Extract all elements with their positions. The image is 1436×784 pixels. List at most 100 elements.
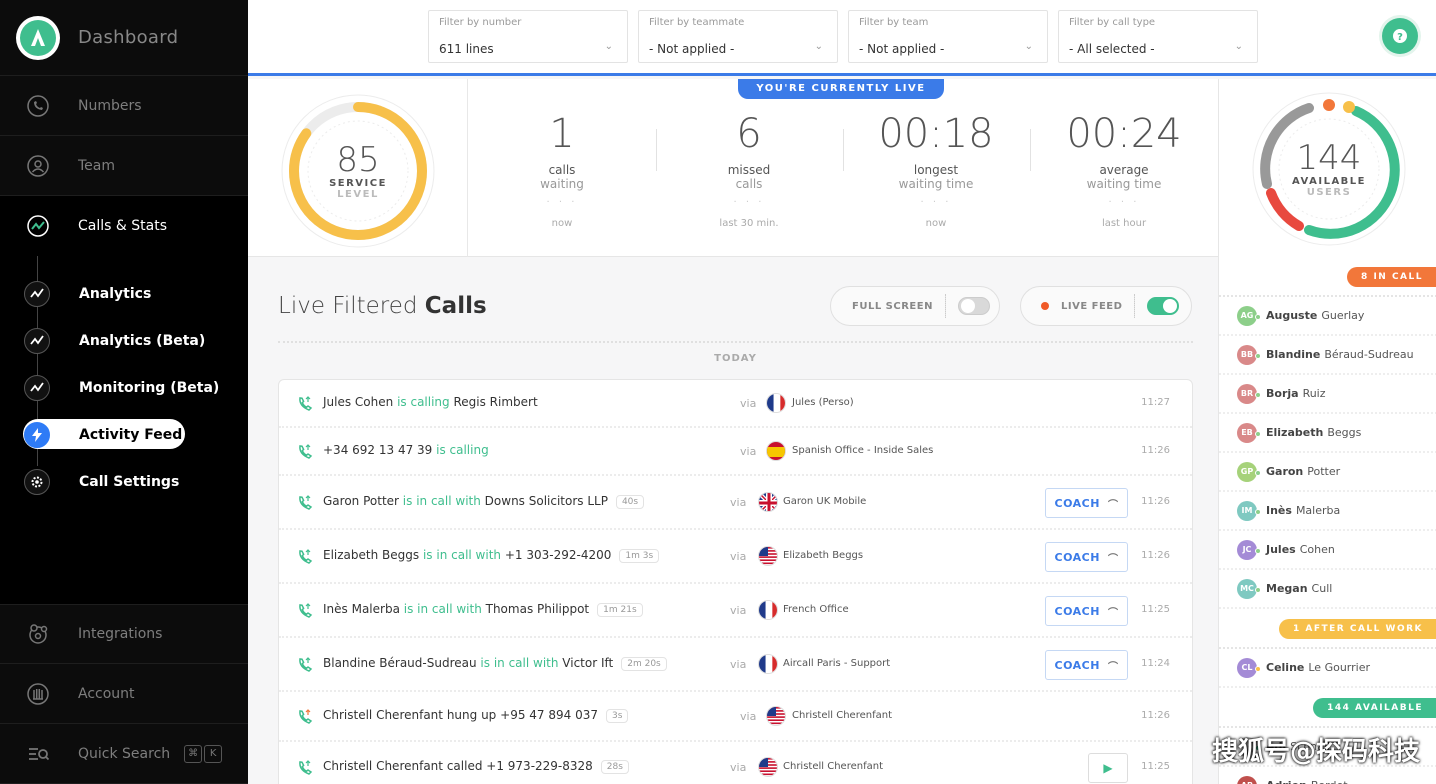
call-duration: 1m 3s [619,549,660,563]
feed-row[interactable]: +34 692 13 47 39 is calling via Spanish O… [279,428,1192,476]
filter-by-team[interactable]: Filter by team - Not applied - ⌄ [848,10,1048,63]
submenu-item-activity-feed[interactable]: Activity Feed [23,411,248,458]
user-last-name: Ruiz [1302,387,1326,400]
call-duration: 1m 21s [597,603,643,617]
user-item[interactable]: EB Elizabeth Beggs [1219,414,1436,453]
coach-button[interactable]: COACH ⌒ [1045,488,1128,518]
user-first-name: Megan [1266,582,1308,595]
stat-average-waiting: 00:24 average waiting time · · · last ho… [1044,109,1204,229]
users-panel: 144 AVAILABLE USERS 8 IN CALL AG Auguste Gu… [1218,79,1436,784]
sidebar-item-numbers[interactable]: Numbers [0,76,248,136]
call-action: hung up [446,708,497,722]
submenu-item-analytics[interactable]: Analytics [24,270,248,317]
keyboard-shortcut: ⌘ K [184,744,223,763]
coach-button[interactable]: COACH ⌒ [1045,596,1128,626]
status-badge: 144 AVAILABLE [1313,698,1436,718]
caller-name: Christell Cherenfant [323,759,443,773]
submenu-item-analytics-beta[interactable]: Analytics (Beta) [24,317,248,364]
sidebar-item-team[interactable]: Team [0,136,248,196]
feed-row[interactable]: Christell Cherenfant called +1 973-229-8… [279,742,1192,784]
sidebar-item-label: Numbers [78,97,142,114]
feed-row[interactable]: Blandine Béraud-Sudreau is in call with … [279,638,1192,692]
filter-by-call-type[interactable]: Filter by call type - All selected - ⌄ [1058,10,1258,63]
sidebar-item-calls-stats[interactable]: Calls & Stats [0,196,248,256]
sidebar-item-quick-search[interactable]: Quick Search ⌘ K [0,724,248,784]
submenu-item-label: Monitoring (Beta) [79,379,220,396]
avatar-initials: AG [1240,311,1254,320]
chevron-down-icon: ⌄ [604,41,613,52]
sidebar-item-integrations[interactable]: Integrations [0,604,248,664]
service-level-sublabel: LEVEL [337,189,379,200]
call-duration: 28s [600,760,629,774]
phone-incoming-icon [297,495,313,511]
coach-button[interactable]: COACH ⌒ [1045,650,1128,680]
call-target: +1 973-229-8328 [486,759,593,773]
stat-period: last hour [1101,218,1147,229]
stat-value: 6 [736,111,762,157]
phone-icon [26,94,50,118]
full-screen-toggle[interactable]: FULL SCREEN [830,286,1000,326]
page-title: Live Filtered Calls [278,293,487,319]
user-item[interactable]: BB Blandine Béraud-Sudreau [1219,336,1436,375]
stat-longest-waiting: 00:18 longest waiting time · · · now [856,109,1016,229]
help-button[interactable]: ? [1382,18,1418,54]
status-group-header: 8 IN CALL [1219,257,1436,297]
k-key: K [204,744,223,763]
user-item[interactable]: AB Adrien Bordet [1219,767,1436,784]
flag-us-icon [766,706,786,726]
feed-row[interactable]: Garon Potter is in call with Downs Solic… [279,476,1192,530]
call-time: 11:24 [1141,658,1170,669]
chevron-down-icon: ⌄ [814,41,823,52]
coach-label: COACH [1054,550,1100,564]
live-stats-panel: YOU'RE CURRENTLY LIVE 85 SERVICE LEVEL 1… [248,79,1218,257]
call-action: called [446,759,483,773]
service-level-label: SERVICE [329,178,387,189]
filter-by-number[interactable]: Filter by number 611 lines ⌄ [428,10,628,63]
submenu-item-monitoring-beta[interactable]: Monitoring (Beta) [24,364,248,411]
user-item[interactable]: AG Auguste Guerlay [1219,297,1436,336]
play-recording-button[interactable]: ▶ [1088,753,1128,783]
filter-label: Filter by team [859,17,929,28]
filter-label: Filter by number [439,17,522,28]
live-feed-toggle[interactable]: LIVE FEED [1020,286,1192,326]
via-label: via [740,397,757,410]
filter-value: 611 lines [439,42,494,56]
caller-name: Elizabeth Beggs [323,548,420,562]
sidebar-brand[interactable]: Dashboard [0,0,248,76]
user-item[interactable]: JC Jules Cohen [1219,531,1436,570]
chevron-down-icon: ⌄ [1024,41,1033,52]
feed-row[interactable]: Jules Cohen is calling Regis Rimbert via J… [279,380,1192,428]
filter-by-teammate[interactable]: Filter by teammate - Not applied - ⌄ [638,10,838,63]
user-item[interactable]: IM Inès Malerba [1219,492,1436,531]
feed-row[interactable]: Inès Malerba is in call with Thomas Phil… [279,584,1192,638]
call-action: is calling [397,395,450,409]
user-first-name: Garon [1266,465,1304,478]
line-name: Elizabeth Beggs [783,550,864,561]
line-name: Aircall Paris - Support [783,658,891,669]
user-item[interactable]: MC Megan Cull [1219,570,1436,609]
avatar-initials: IM [1241,506,1253,515]
submenu-item-call-settings[interactable]: Call Settings [24,458,248,505]
sidebar-item-account[interactable]: Account [0,664,248,724]
chevron-down-icon: ⌄ [1234,41,1243,52]
dashboard-title: Dashboard [78,27,179,48]
avatar-initials: MC [1240,584,1254,593]
user-item[interactable]: BR Borja Ruiz [1219,375,1436,414]
available-users-value: 144 [1296,138,1362,178]
feed-row[interactable]: Christell Cherenfant hung up +95 47 894 … [279,692,1192,742]
user-item[interactable]: GP Garon Potter [1219,453,1436,492]
feed-row[interactable]: Elizabeth Beggs is in call with +1 303-2… [279,530,1192,584]
user-first-name: Jules [1266,543,1296,556]
coach-button[interactable]: COACH ⌒ [1045,542,1128,572]
full-screen-switch[interactable] [957,297,990,315]
submenu-item-label: Activity Feed [79,426,183,443]
line-name: Garon UK Mobile [783,496,867,507]
filter-label: Filter by call type [1069,17,1156,28]
user-first-name: Celine [1266,661,1305,674]
full-screen-label: FULL SCREEN [852,300,933,312]
live-banner: YOU'RE CURRENTLY LIVE [738,79,944,99]
avatar-initials: JC [1242,545,1252,554]
user-item[interactable]: CL Celine Le Gourrier [1219,649,1436,688]
live-feed-switch[interactable] [1147,297,1180,315]
service-level-gauge: 85 SERVICE LEVEL [278,91,438,251]
